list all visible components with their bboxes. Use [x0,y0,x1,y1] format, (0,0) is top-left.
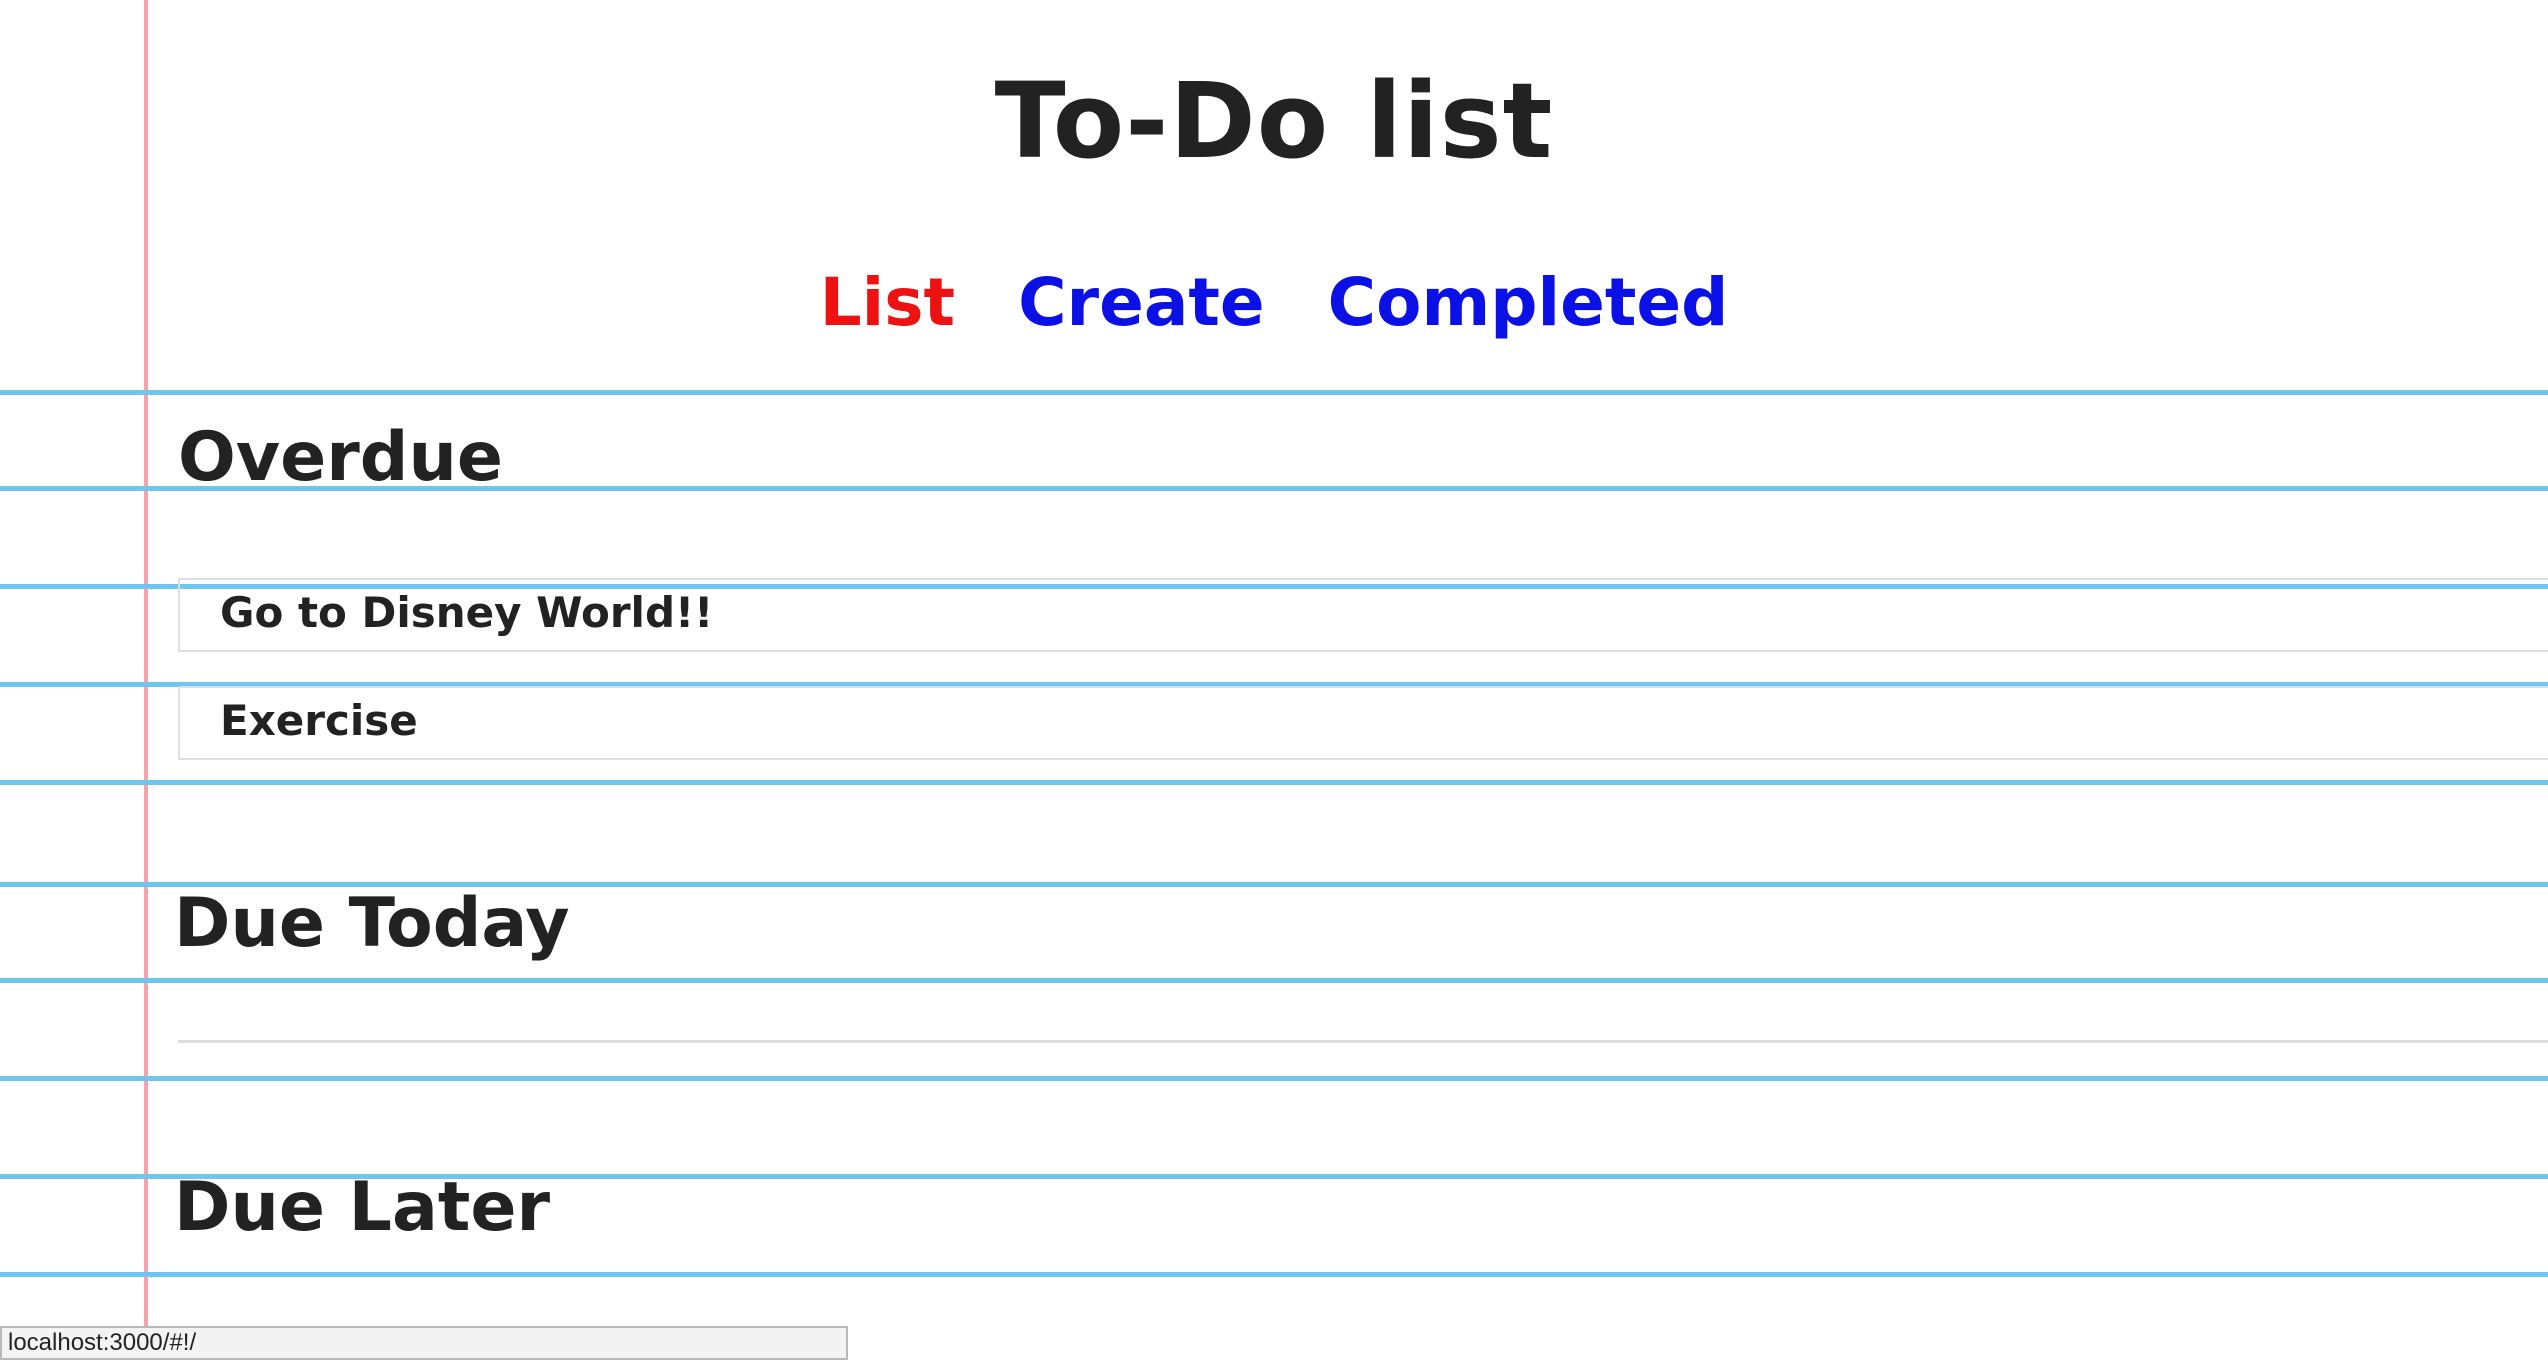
empty-list-divider [178,1040,2548,1043]
ruled-line [0,1272,2548,1277]
task-item[interactable]: Exercise [178,686,2548,760]
task-label: Exercise [220,696,418,745]
ruled-line [0,780,2548,785]
nav-link-list[interactable]: List [820,264,956,341]
nav-link-completed[interactable]: Completed [1328,264,1729,341]
due-today-heading: Due Today [174,884,570,963]
main-nav: List Create Completed [0,264,2548,341]
ruled-line [0,978,2548,983]
due-later-heading: Due Later [174,1168,551,1247]
nav-link-create[interactable]: Create [1018,264,1265,341]
margin-line [144,0,148,1330]
overdue-heading: Overdue [178,418,503,497]
ruled-line [0,390,2548,395]
page-title: To-Do list [994,60,1554,182]
ruled-line [0,1076,2548,1081]
browser-status-bar: localhost:3000/#!/ [0,1326,848,1360]
task-item[interactable]: Go to Disney World!! [178,578,2548,652]
task-label: Go to Disney World!! [220,588,714,637]
